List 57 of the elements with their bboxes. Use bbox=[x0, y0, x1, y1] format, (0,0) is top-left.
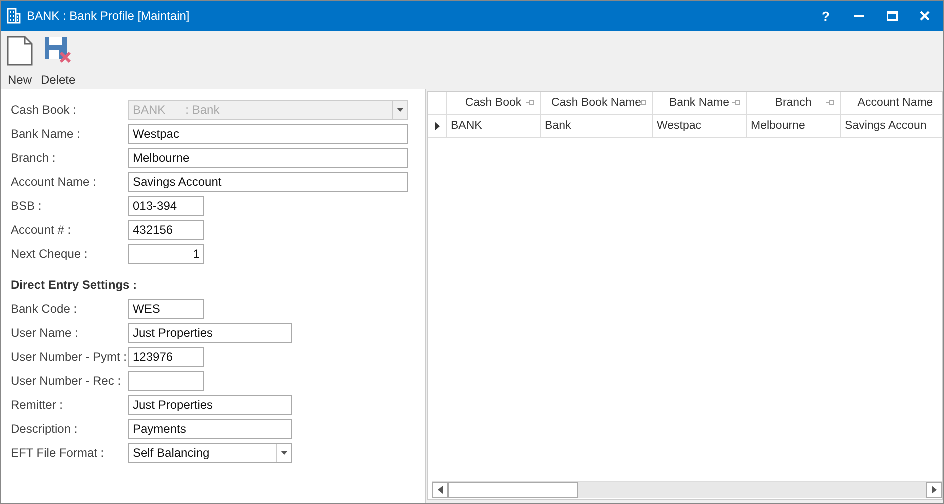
input-field[interactable] bbox=[128, 371, 204, 391]
column-header[interactable]: Cash Book Name bbox=[551, 97, 642, 109]
field-label: Description : bbox=[11, 422, 79, 436]
table-cell: Savings Accoun bbox=[845, 120, 927, 132]
scroll-left-button[interactable] bbox=[432, 482, 448, 498]
input-field[interactable]: 432156 bbox=[128, 220, 204, 240]
column-header[interactable]: Branch bbox=[775, 97, 812, 109]
field-label: User Number - Rec : bbox=[11, 374, 122, 388]
close-icon bbox=[920, 11, 930, 21]
field-label: Bank Code : bbox=[11, 302, 78, 316]
field-label: BSB : bbox=[11, 199, 43, 213]
delete-button[interactable]: Delete bbox=[38, 31, 79, 87]
column-header[interactable]: Account Name bbox=[858, 97, 934, 109]
field-label: EFT File Format : bbox=[11, 446, 106, 460]
help-button[interactable]: ? bbox=[811, 1, 841, 31]
field-label: Bank Name : bbox=[11, 127, 82, 141]
column-header[interactable]: Cash Book bbox=[465, 97, 522, 109]
right-arrow-icon bbox=[932, 486, 936, 494]
input-field[interactable]: Just Properties bbox=[128, 323, 292, 343]
horizontal-scrollbar[interactable] bbox=[432, 481, 942, 498]
maximize-icon bbox=[886, 11, 898, 21]
section-heading: Direct Entry Settings : bbox=[11, 278, 138, 294]
left-arrow-icon bbox=[438, 486, 442, 494]
building-icon bbox=[7, 8, 21, 24]
input-field[interactable]: Westpac bbox=[128, 124, 408, 144]
field-label: Cash Book : bbox=[11, 103, 78, 117]
current-row-icon bbox=[434, 122, 440, 130]
new-button[interactable]: New bbox=[4, 31, 36, 87]
input-field[interactable]: 123976 bbox=[128, 347, 204, 367]
table-cell: Westpac bbox=[657, 120, 702, 132]
scroll-thumb[interactable] bbox=[448, 482, 578, 498]
input-field[interactable]: Melbourne bbox=[128, 148, 408, 168]
field-label: Account # : bbox=[11, 223, 72, 237]
table-cell: BANK bbox=[451, 120, 482, 132]
field-label: User Name : bbox=[11, 326, 80, 340]
scroll-right-button[interactable] bbox=[926, 482, 942, 498]
table-cell: Bank bbox=[545, 120, 572, 132]
field-label: Remitter : bbox=[11, 398, 64, 412]
dropdown-arrow-icon bbox=[276, 444, 291, 462]
document-icon bbox=[7, 36, 33, 66]
input-field[interactable]: WES bbox=[128, 299, 204, 319]
table-cell: Melbourne bbox=[751, 120, 806, 132]
input-field[interactable]: 013-394 bbox=[128, 196, 204, 216]
window-title: BANK : Bank Profile [Maintain] bbox=[27, 9, 190, 23]
dropdown[interactable]: Self Balancing bbox=[128, 443, 292, 463]
input-field[interactable]: Just Properties bbox=[128, 395, 292, 415]
input-field[interactable]: 1 bbox=[128, 244, 204, 264]
field-label: Account Name : bbox=[11, 175, 98, 189]
field-label: Branch : bbox=[11, 151, 57, 165]
input-field[interactable]: Savings Account bbox=[128, 172, 408, 192]
field-label: Next Cheque : bbox=[11, 247, 89, 261]
floppy-delete-icon bbox=[44, 36, 72, 66]
input-field[interactable]: Payments bbox=[128, 419, 292, 439]
field-label: User Number - Pymt : bbox=[11, 350, 128, 364]
dropdown-arrow-icon bbox=[392, 101, 407, 119]
column-header[interactable]: Bank Name bbox=[669, 97, 730, 109]
table-row[interactable]: BANK Bank Westpac Melbourne Savings Accoun bbox=[428, 115, 942, 138]
